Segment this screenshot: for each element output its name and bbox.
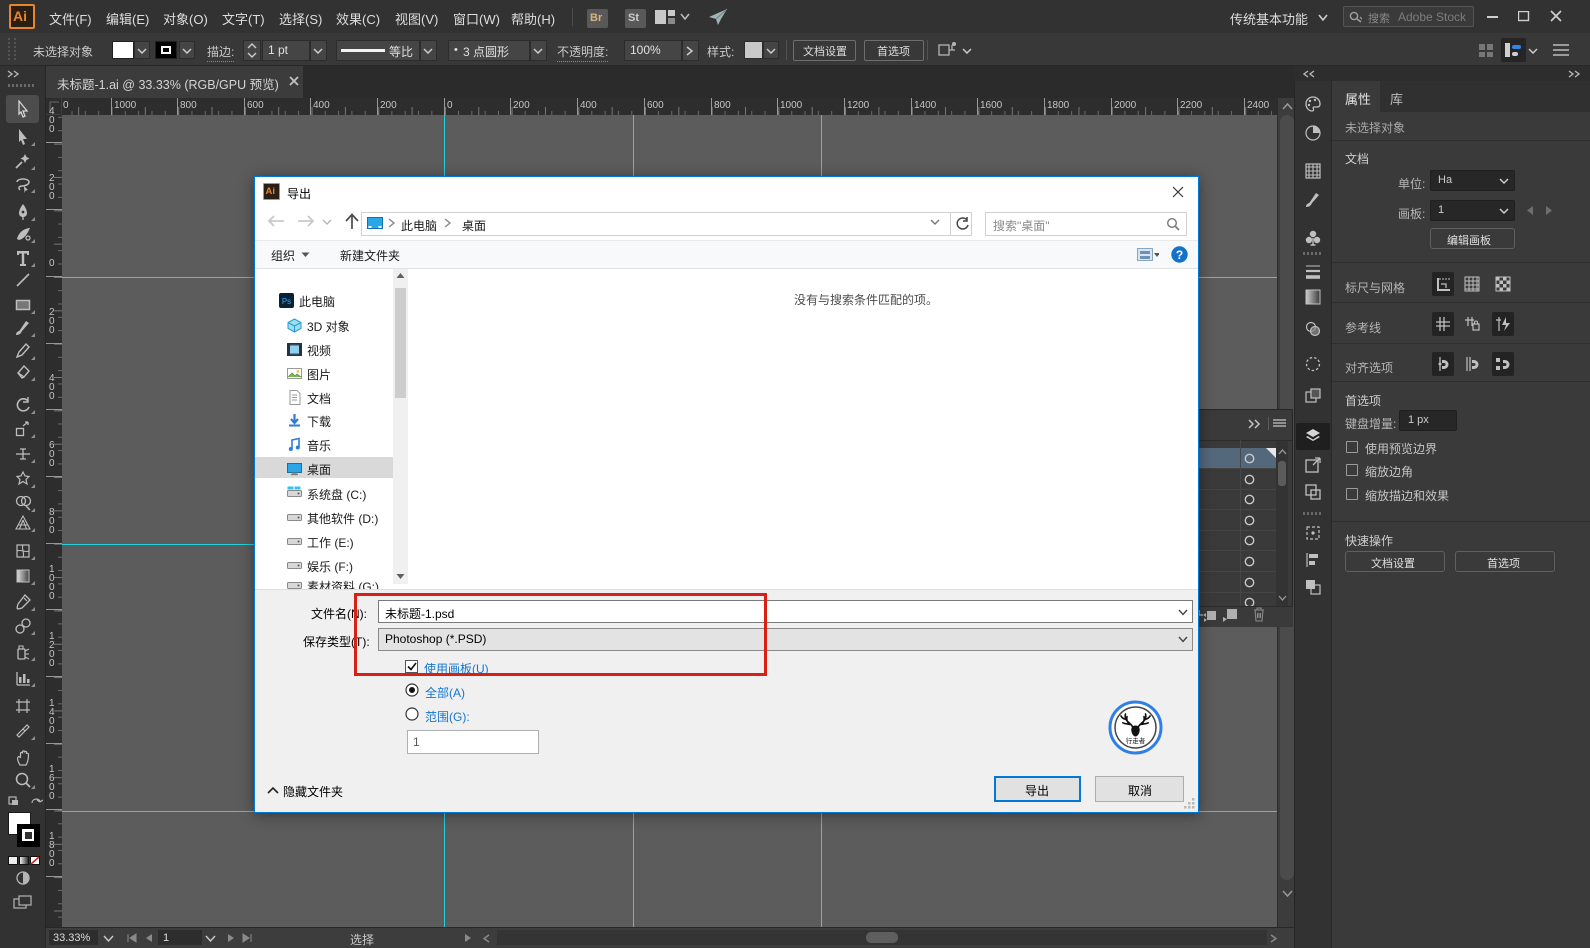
svg-text:Ps: Ps <box>282 297 291 306</box>
svg-text:?: ? <box>1176 248 1183 262</box>
svg-text:行走者: 行走者 <box>1126 736 1146 745</box>
